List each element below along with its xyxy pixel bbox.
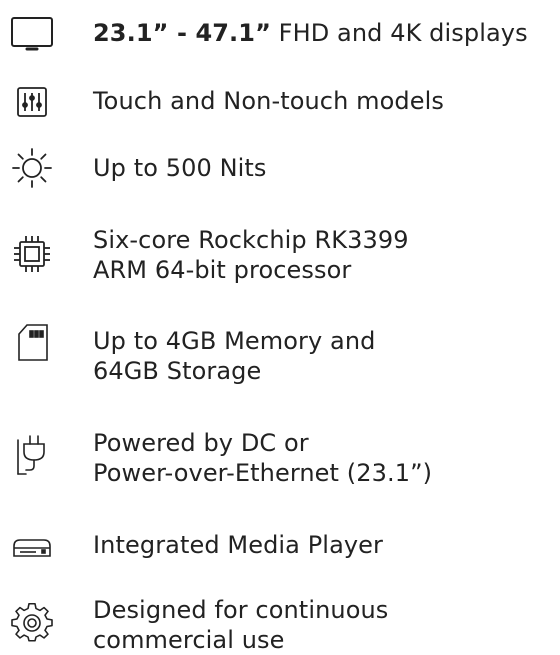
feature-text: Touch and Non-touch models bbox=[93, 86, 444, 116]
feature-text-line: Designed for continuous bbox=[93, 596, 389, 624]
display-monitor-icon bbox=[10, 12, 54, 56]
touch-controls-icon bbox=[10, 80, 54, 124]
feature-text: Powered by DC or Power-over-Ethernet (23… bbox=[93, 428, 432, 488]
gear-icon bbox=[10, 602, 54, 646]
feature-text-line: Six-core Rockchip RK3399 bbox=[93, 226, 409, 254]
feature-text: Designed for continuous commercial use bbox=[93, 595, 388, 655]
feature-text-line: Integrated Media Player bbox=[93, 531, 384, 559]
feature-text-line: commercial use bbox=[93, 626, 285, 654]
feature-text-line: Touch and Non-touch models bbox=[93, 87, 444, 115]
feature-text-line: ARM 64-bit processor bbox=[93, 256, 352, 284]
feature-text: Six-core Rockchip RK3399 ARM 64-bit proc… bbox=[93, 225, 409, 285]
feature-text: Up to 500 Nits bbox=[93, 153, 267, 183]
feature-text: 23.1” - 47.1” FHD and 4K displays bbox=[93, 18, 528, 48]
feature-size-range: 23.1” - 47.1” bbox=[93, 19, 271, 47]
feature-text-line: Power-over-Ethernet (23.1”) bbox=[93, 459, 433, 487]
feature-text: Up to 4GB Memory and 64GB Storage bbox=[93, 326, 376, 386]
feature-text-line: Up to 4GB Memory and bbox=[93, 327, 376, 355]
brightness-sun-icon bbox=[10, 146, 54, 190]
processor-chip-icon bbox=[10, 232, 54, 276]
power-plug-icon bbox=[10, 432, 54, 476]
feature-text-line: 64GB Storage bbox=[93, 357, 262, 385]
feature-text: Integrated Media Player bbox=[93, 530, 383, 560]
feature-text-line: FHD and 4K displays bbox=[270, 19, 528, 47]
feature-text-line: Up to 500 Nits bbox=[93, 154, 267, 182]
media-player-icon bbox=[10, 526, 54, 570]
memory-card-icon bbox=[10, 320, 54, 364]
feature-text-line: Powered by DC or bbox=[93, 429, 309, 457]
